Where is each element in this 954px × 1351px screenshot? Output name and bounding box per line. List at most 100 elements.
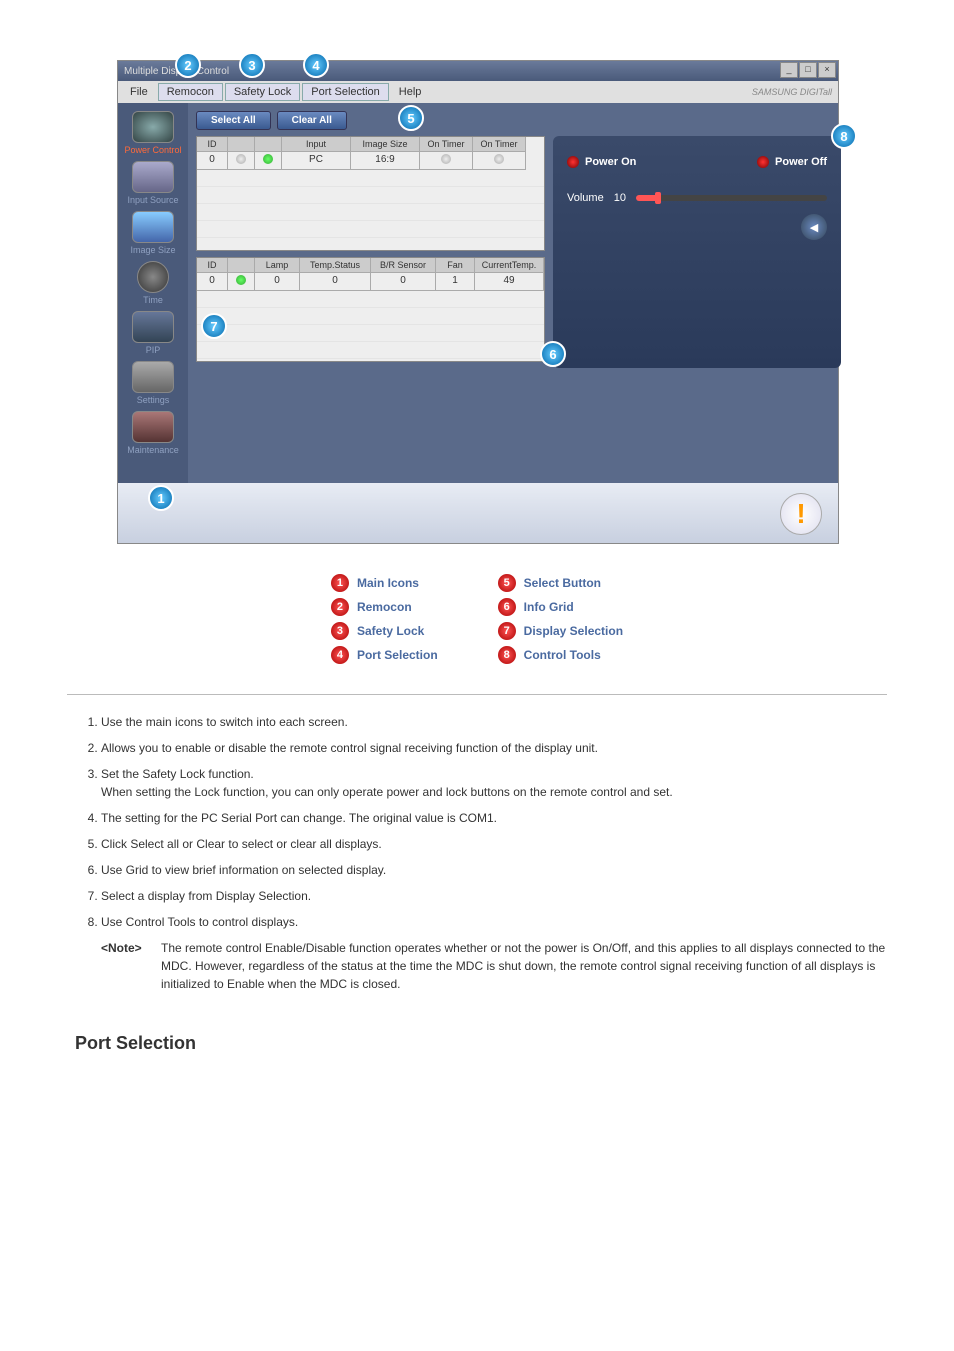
sidebar-label: Power Control xyxy=(118,145,188,155)
image-size-icon xyxy=(132,211,174,243)
status-dot-icon xyxy=(236,154,246,164)
cell: 0 xyxy=(197,273,228,291)
content-area: 5 8 Select All Clear All ID xyxy=(188,103,849,483)
close-icon[interactable]: × xyxy=(818,62,836,78)
volume-slider[interactable] xyxy=(636,195,827,201)
control-tools-panel: Power On Power Off Volume 10 xyxy=(553,136,841,368)
legend-label: Display Selection xyxy=(524,624,623,638)
legend-item: 6 Info Grid xyxy=(498,598,623,616)
cell: PC xyxy=(282,152,351,170)
note-item: Allows you to enable or disable the remo… xyxy=(101,739,887,757)
callout-8: 8 xyxy=(831,123,857,149)
maximize-icon[interactable]: □ xyxy=(799,62,817,78)
legend-item: 4Port Selection xyxy=(331,646,438,664)
power-icon xyxy=(132,111,174,143)
legend-item: 5Select Button xyxy=(498,574,623,592)
power-off-label: Power Off xyxy=(775,156,827,168)
legend-label: Remocon xyxy=(357,600,412,614)
power-off-button[interactable]: Power Off xyxy=(757,156,827,168)
col-header: Temp.Status xyxy=(300,258,371,273)
status-dot-icon xyxy=(441,154,451,164)
status-dot-icon xyxy=(494,154,504,164)
menu-safety-lock[interactable]: Safety Lock xyxy=(225,83,300,101)
cell: 0 xyxy=(300,273,371,291)
legend: 1Main Icons 2Remocon 3Safety Lock 4Port … xyxy=(197,574,757,664)
col-header: ID xyxy=(197,258,228,273)
note-item: Use Control Tools to control displays. xyxy=(101,913,887,931)
power-on-label: Power On xyxy=(585,156,636,168)
mute-button[interactable]: ◀ xyxy=(801,214,827,240)
sidebar-label: Settings xyxy=(118,395,188,405)
speaker-icon: ◀ xyxy=(810,221,818,234)
status-bar: 1 ! xyxy=(118,483,838,543)
table-row[interactable]: 0 PC 16:9 xyxy=(197,152,544,170)
minimize-icon[interactable]: _ xyxy=(780,62,798,78)
input-source-icon xyxy=(132,161,174,193)
pip-icon xyxy=(132,311,174,343)
section-heading: Port Selection xyxy=(75,1033,887,1054)
legend-label: Control Tools xyxy=(524,648,601,662)
info-grid-bottom: ID Lamp Temp.Status B/R Sensor Fan Curre… xyxy=(196,257,545,362)
cell: 49 xyxy=(475,273,544,291)
note-item: Click Select all or Clear to select or c… xyxy=(101,835,887,853)
sidebar-item-image[interactable]: Image Size xyxy=(118,211,188,255)
legend-number-icon: 3 xyxy=(331,622,349,640)
legend-number-icon: 5 xyxy=(498,574,516,592)
sidebar-label: Maintenance xyxy=(118,445,188,455)
col-header: Lamp xyxy=(255,258,300,273)
status-dot-icon xyxy=(263,154,273,164)
menu-file[interactable]: File xyxy=(122,84,156,100)
legend-label: Port Selection xyxy=(357,648,438,662)
legend-item: 1 Main Icons xyxy=(331,574,438,592)
legend-number-icon: 1 xyxy=(331,574,349,592)
clear-all-button[interactable]: Clear All xyxy=(277,111,347,130)
sidebar-label: Image Size xyxy=(118,245,188,255)
power-on-button[interactable]: Power On xyxy=(567,156,636,168)
note-label: <Note> xyxy=(101,939,161,993)
brand-label: SAMSUNG DIGITall xyxy=(752,87,832,97)
cell xyxy=(473,152,526,170)
cell xyxy=(228,273,255,291)
legend-label: Info Grid xyxy=(524,600,574,614)
note-text: When setting the Lock function, you can … xyxy=(101,785,673,799)
empty-rows xyxy=(197,291,544,361)
menubar: File Remocon Safety Lock Port Selection … xyxy=(118,81,838,103)
menu-port-selection[interactable]: Port Selection xyxy=(302,83,388,101)
cell xyxy=(255,152,282,170)
select-all-button[interactable]: Select All xyxy=(196,111,271,130)
app-window: Multiple Display Control _ □ × File Remo… xyxy=(117,60,839,544)
cell xyxy=(420,152,473,170)
callout-5: 5 xyxy=(398,105,424,131)
cell: 1 xyxy=(436,273,475,291)
sidebar-label: Time xyxy=(118,295,188,305)
note-body: The remote control Enable/Disable functi… xyxy=(161,939,887,993)
col-header xyxy=(228,258,255,273)
menu-help[interactable]: Help xyxy=(391,84,430,100)
volume-value: 10 xyxy=(614,192,626,204)
legend-number-icon: 2 xyxy=(331,598,349,616)
sidebar-label: Input Source xyxy=(118,195,188,205)
application-screenshot: 2 3 4 Multiple Display Control _ □ × Fil… xyxy=(117,60,837,544)
note-item: Use the main icons to switch into each s… xyxy=(101,713,887,731)
table-row[interactable]: 0 0 0 0 1 49 xyxy=(197,273,544,291)
callout-2: 2 xyxy=(175,52,201,78)
sidebar-item-power[interactable]: Power Control xyxy=(118,111,188,155)
sidebar-item-time[interactable]: Time xyxy=(118,261,188,305)
warning-icon: ! xyxy=(780,493,822,535)
sidebar-item-settings[interactable]: Settings xyxy=(118,361,188,405)
note-item: Set the Safety Lock function. When setti… xyxy=(101,765,887,801)
sidebar-item-maintenance[interactable]: Maintenance xyxy=(118,411,188,455)
sidebar-item-input[interactable]: Input Source xyxy=(118,161,188,205)
menu-remocon[interactable]: Remocon xyxy=(158,83,223,101)
cell: 0 xyxy=(255,273,300,291)
note-text: Set the Safety Lock function. xyxy=(101,767,254,781)
info-grid-top: ID Input Image Size On Timer On Timer xyxy=(196,136,545,251)
legend-label: Main Icons xyxy=(357,576,419,590)
sidebar-item-pip[interactable]: PIP xyxy=(118,311,188,355)
divider xyxy=(67,694,887,695)
maintenance-icon xyxy=(132,411,174,443)
legend-number-icon: 6 xyxy=(498,598,516,616)
gear-icon xyxy=(132,361,174,393)
col-header: CurrentTemp. xyxy=(475,258,544,273)
power-off-icon xyxy=(757,156,769,168)
